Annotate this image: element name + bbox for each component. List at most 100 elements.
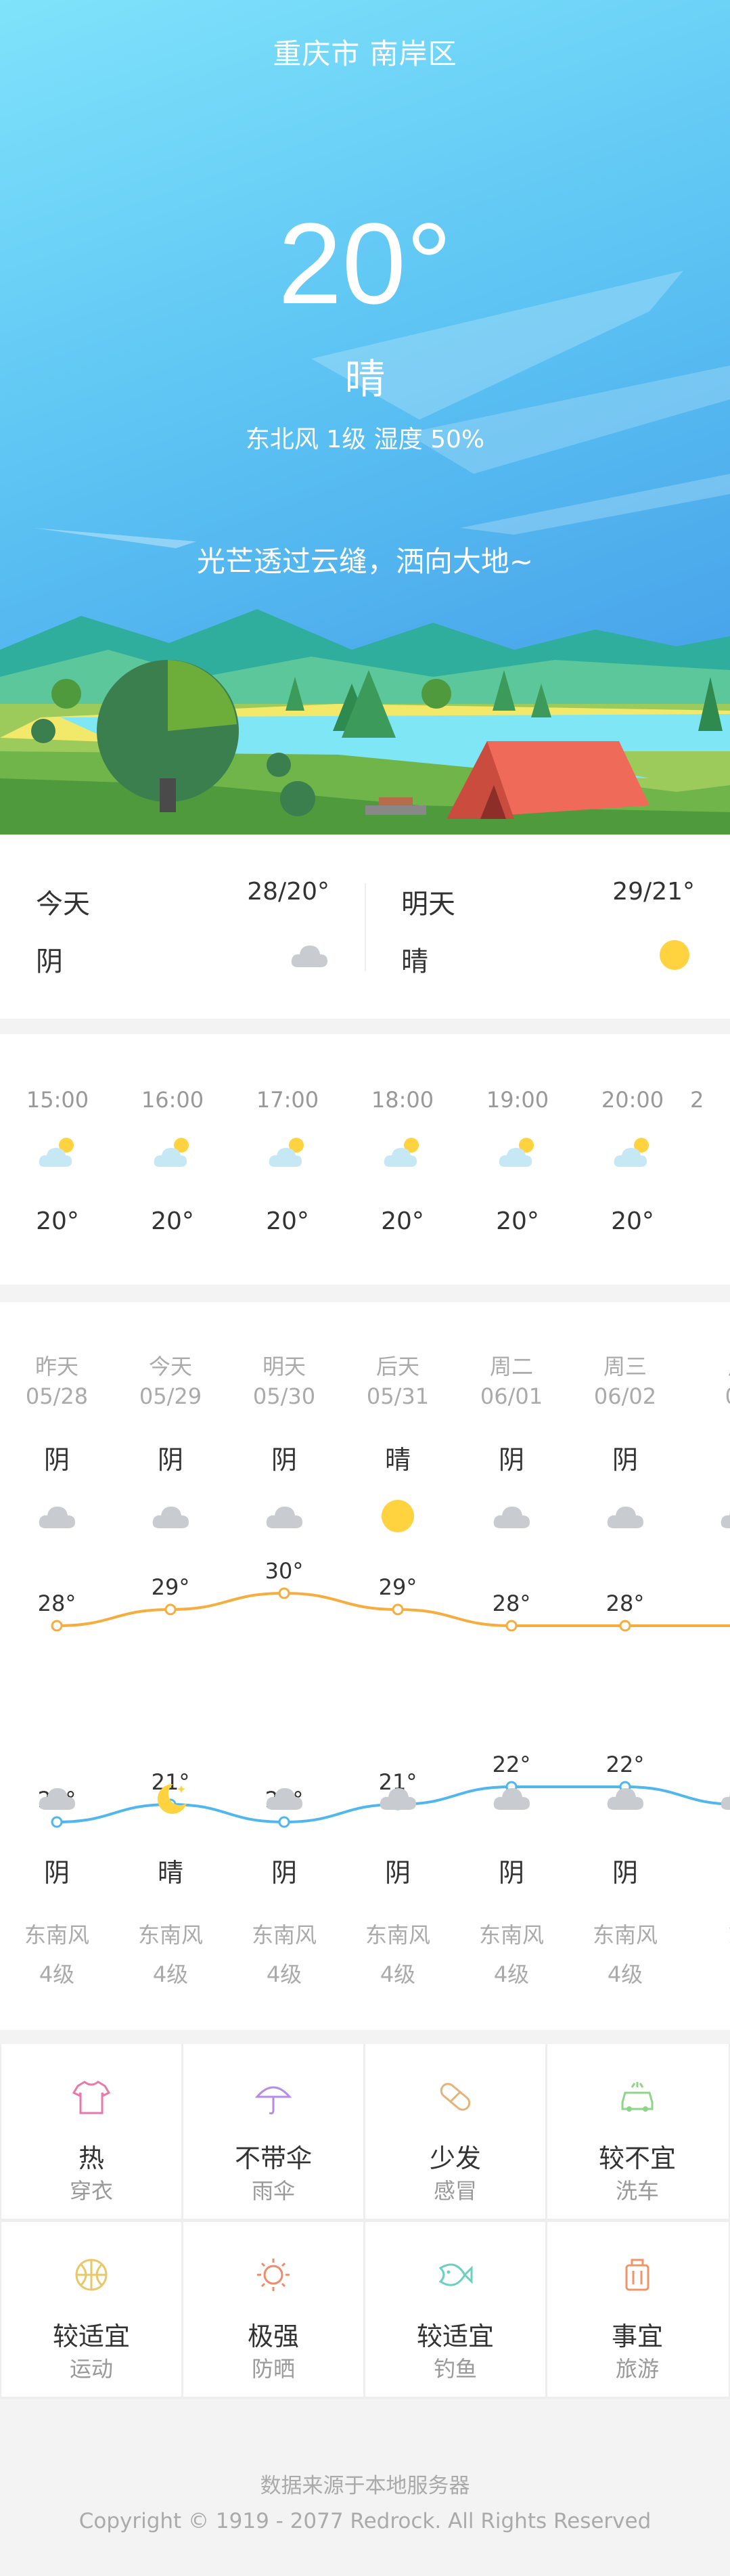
high-temp-point	[164, 1603, 177, 1616]
suitcase-icon	[625, 2259, 649, 2291]
index-value: 较不宜	[598, 2144, 676, 2173]
life-index-grid: 热 穿衣 不带伞 雨伞 少发 感冒 较不宜 洗车 较适宜 运动 极强 防晒 较适…	[0, 2044, 730, 2399]
cloud-icon	[291, 946, 327, 967]
today-card[interactable]: 今天 28/20° 阴	[0, 835, 365, 1019]
partly-cloudy-icon	[154, 1138, 189, 1167]
pill-icon	[440, 2083, 471, 2111]
hour-time: 17:00	[256, 1087, 319, 1113]
day-date: 06	[682, 1383, 730, 1409]
cloud-icon	[607, 1507, 643, 1528]
day-condition: 阴	[498, 1445, 524, 1475]
copyright-text: Copyright © 1919 - 2077 Redrock. All Rig…	[78, 2509, 652, 2533]
day-date: 05/29	[139, 1383, 202, 1409]
current-temperature: 20°	[277, 200, 453, 328]
night-condition: 阴	[43, 1858, 70, 1888]
wind-level: 4级	[152, 1961, 189, 1987]
index-fishing[interactable]: 较适宜 钓鱼	[365, 2222, 545, 2397]
index-label: 钓鱼	[433, 2356, 477, 2382]
index-travel[interactable]: 事宜 旅游	[547, 2222, 729, 2397]
partly-cloudy-icon	[614, 1138, 649, 1167]
hourly-forecast[interactable]: 15:00 20° 16:00 20° 17:00 20° 18:00 20° …	[0, 1034, 730, 1285]
day-name: 昨天	[35, 1354, 78, 1379]
wind-direction: 东	[682, 1918, 730, 1949]
index-label: 运动	[69, 2356, 113, 2382]
hour-time: 2	[690, 1087, 704, 1113]
hour-temp: 20°	[496, 1207, 539, 1235]
hour-temp: 20°	[611, 1207, 654, 1235]
night-condition: 阴	[384, 1858, 411, 1888]
day-date: 06/01	[480, 1383, 543, 1409]
hour-time: 18:00	[371, 1087, 434, 1113]
wind-level: 4级	[607, 1961, 643, 1987]
moon-icon	[157, 1783, 187, 1814]
wind-direction: 东南风	[137, 1922, 203, 1948]
index-label: 旅游	[615, 2356, 659, 2382]
cloud-icon	[39, 1788, 75, 1810]
cloud-icon	[721, 1794, 730, 1810]
high-temp-label: 29°	[152, 1574, 190, 1600]
basketball-icon	[75, 2259, 108, 2291]
hour-time: 15:00	[26, 1087, 89, 1113]
hour-time: 16:00	[141, 1087, 204, 1113]
index-umbrella[interactable]: 不带伞 雨伞	[183, 2044, 363, 2219]
high-temp-label: 28°	[493, 1591, 531, 1616]
index-value: 极强	[247, 2322, 299, 2351]
tomorrow-label: 明天	[401, 889, 455, 920]
wind-level: 4级	[380, 1961, 416, 1987]
day-condition: 阴	[157, 1445, 183, 1475]
cloud-icon	[607, 1788, 643, 1810]
index-value: 事宜	[611, 2322, 663, 2351]
shirt-icon	[72, 2081, 111, 2114]
cloud-icon	[493, 1507, 530, 1528]
day-name: 周三	[603, 1354, 647, 1379]
night-condition: 阴	[612, 1858, 638, 1888]
wind-direction: 东南风	[478, 1922, 544, 1948]
cloud-icon	[152, 1507, 189, 1528]
index-label: 雨伞	[251, 2178, 295, 2204]
day-name: 今天	[148, 1354, 192, 1379]
low-temp-label: 22°	[606, 1752, 645, 1777]
today-tomorrow-summary: 今天 28/20° 阴 明天 29/21° 晴	[0, 835, 730, 1019]
umbrella-icon	[254, 2086, 292, 2114]
wind-level: 4级	[266, 1961, 302, 1987]
tomorrow-condition: 晴	[401, 946, 428, 977]
high-temp-label: 29°	[379, 1574, 417, 1600]
wind-level: 4级	[39, 1961, 75, 1987]
day-name: 明天	[262, 1354, 306, 1379]
low-temp-label: 22°	[493, 1752, 531, 1777]
partly-cloudy-icon	[499, 1138, 534, 1167]
day-name: 周二	[489, 1354, 533, 1379]
index-label: 穿衣	[69, 2178, 113, 2204]
wind-direction: 东南风	[365, 1922, 430, 1948]
night-condition: 阴	[498, 1858, 524, 1888]
index-sunscreen[interactable]: 极强 防晒	[183, 2222, 363, 2397]
index-label: 防晒	[251, 2356, 295, 2382]
sun-icon	[660, 940, 689, 970]
wind-level: 4级	[493, 1961, 530, 1987]
cloud-icon	[266, 1507, 302, 1528]
index-sport[interactable]: 较适宜 运动	[1, 2222, 181, 2397]
partly-cloudy-icon	[39, 1138, 74, 1167]
index-carwash[interactable]: 较不宜 洗车	[547, 2044, 729, 2219]
high-temp-label: 28°	[38, 1591, 76, 1616]
night-condition: 阴	[271, 1858, 297, 1888]
index-label: 感冒	[433, 2178, 477, 2204]
today-temp-range: 28/20°	[247, 878, 329, 906]
cloud-icon	[266, 1788, 302, 1810]
hero-banner: 重庆市 南岸区 20° 晴 东北风 1级 湿度 50% 光芒透过云缝，洒向大地~	[0, 0, 730, 835]
partly-cloudy-icon	[269, 1138, 304, 1167]
current-condition: 晴	[344, 356, 386, 403]
tomorrow-temp-range: 29/21°	[612, 878, 695, 906]
data-source-text: 数据来源于本地服务器	[260, 2474, 470, 2498]
index-clothing[interactable]: 热 穿衣	[1, 2044, 181, 2219]
sun-icon	[382, 1500, 414, 1532]
high-temp-point	[392, 1603, 404, 1616]
weather-slogan: 光芒透过云缝，洒向大地~	[196, 545, 534, 578]
index-cold[interactable]: 少发 感冒	[365, 2044, 545, 2219]
car-icon	[621, 2082, 654, 2112]
tomorrow-card[interactable]: 明天 29/21° 晴	[365, 835, 730, 1019]
landscape-illustration	[0, 271, 730, 835]
day-date: 05/28	[25, 1383, 89, 1409]
daily-forecast[interactable]: 28°29°30°29°28°28°220°21°20°21°22°22°2 昨…	[0, 1302, 730, 2030]
wind-direction: 东南风	[24, 1922, 89, 1948]
